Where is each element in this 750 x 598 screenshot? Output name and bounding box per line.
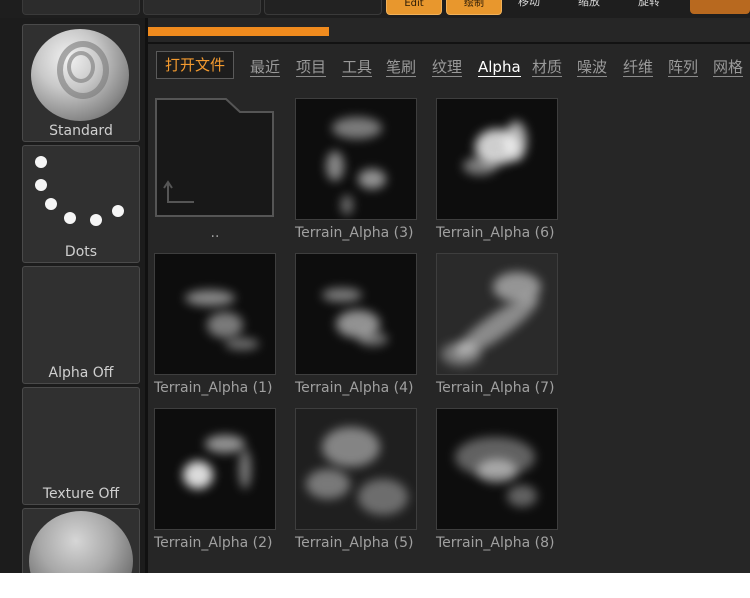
brush-label: Standard [49,123,113,139]
alpha-preview-image [436,408,558,530]
brush-column: Standard Dots Alpha Off Texture Off [0,18,145,573]
tab-brush[interactable]: 笔刷 [386,58,417,77]
toolbar-button-1[interactable] [22,0,140,15]
file-caption: Terrain_Alpha (1) [154,380,273,396]
tab-array[interactable]: 阵列 [668,58,699,77]
tab-tool[interactable]: 工具 [342,58,373,77]
material-sphere[interactable] [22,508,140,573]
draw-mode-button[interactable]: 绘制 [446,0,502,15]
material-sphere-icon [29,511,133,573]
tab-project[interactable]: 项目 [296,58,327,77]
tab-noise[interactable]: 噪波 [577,58,608,77]
file-caption: Terrain_Alpha (8) [436,535,555,551]
texture-label: Texture Off [42,486,120,502]
file-caption: Terrain_Alpha (4) [295,380,414,396]
toolbar-button-3[interactable] [264,0,382,15]
tab-alpha[interactable]: Alpha [478,58,521,77]
page-margin [0,573,750,598]
brush-standard[interactable]: Standard [22,24,140,142]
tab-open-file[interactable]: 打开文件 [156,51,235,79]
tab-recent[interactable]: 最近 [250,58,281,77]
tab-mesh[interactable]: 网格 [713,58,744,77]
tab-texture[interactable]: 纹理 [432,58,463,77]
file-caption: Terrain_Alpha (7) [436,380,555,396]
file-caption: Terrain_Alpha (6) [436,225,555,241]
alpha-preview-image [436,253,558,375]
alpha-preview-image [154,408,276,530]
progress-fill [148,27,329,36]
browser-tabs: 打开文件 最近 项目 工具 笔刷 纹理 Alpha 材质 噪波 纤维 阵列 网格 [148,48,750,84]
rotate-button[interactable]: 旋转 [638,0,660,8]
tab-material[interactable]: 材质 [532,58,563,77]
move-button[interactable]: 移动 [518,0,540,8]
tab-fiber[interactable]: 纤维 [623,58,654,77]
file-caption: Terrain_Alpha (2) [154,535,273,551]
file-caption: .. [210,225,220,241]
standard-brush-icon [31,29,129,121]
app-window: Edit 绘制 移动 缩放 旋转 Standard Dots Alpha Off… [0,0,750,573]
toolbar-button-2[interactable] [143,0,261,15]
stroke-dots[interactable]: Dots [22,145,140,263]
top-toolbar: Edit 绘制 移动 缩放 旋转 [0,0,750,18]
parent-folder[interactable]: .. [154,98,276,241]
scale-button[interactable]: 缩放 [578,0,600,8]
alpha-label: Alpha Off [48,365,114,381]
stroke-label: Dots [64,244,98,260]
alpha-preview-image [154,253,276,375]
alpha-preview-image [295,253,417,375]
panel-separator [148,42,750,44]
alpha-preview-image [295,408,417,530]
alpha-preview-image [295,98,417,220]
alpha-off[interactable]: Alpha Off [22,266,140,384]
file-caption: Terrain_Alpha (3) [295,225,414,241]
texture-off[interactable]: Texture Off [22,387,140,505]
material-thumbnail[interactable] [690,0,750,14]
file-caption: Terrain_Alpha (5) [295,535,414,551]
progress-bar [148,27,750,37]
edit-mode-button[interactable]: Edit [386,0,442,15]
alpha-preview-image [436,98,558,220]
folder-icon [155,98,274,217]
file-browser-panel: 打开文件 最近 项目 工具 笔刷 纹理 Alpha 材质 噪波 纤维 阵列 网格… [148,18,750,573]
